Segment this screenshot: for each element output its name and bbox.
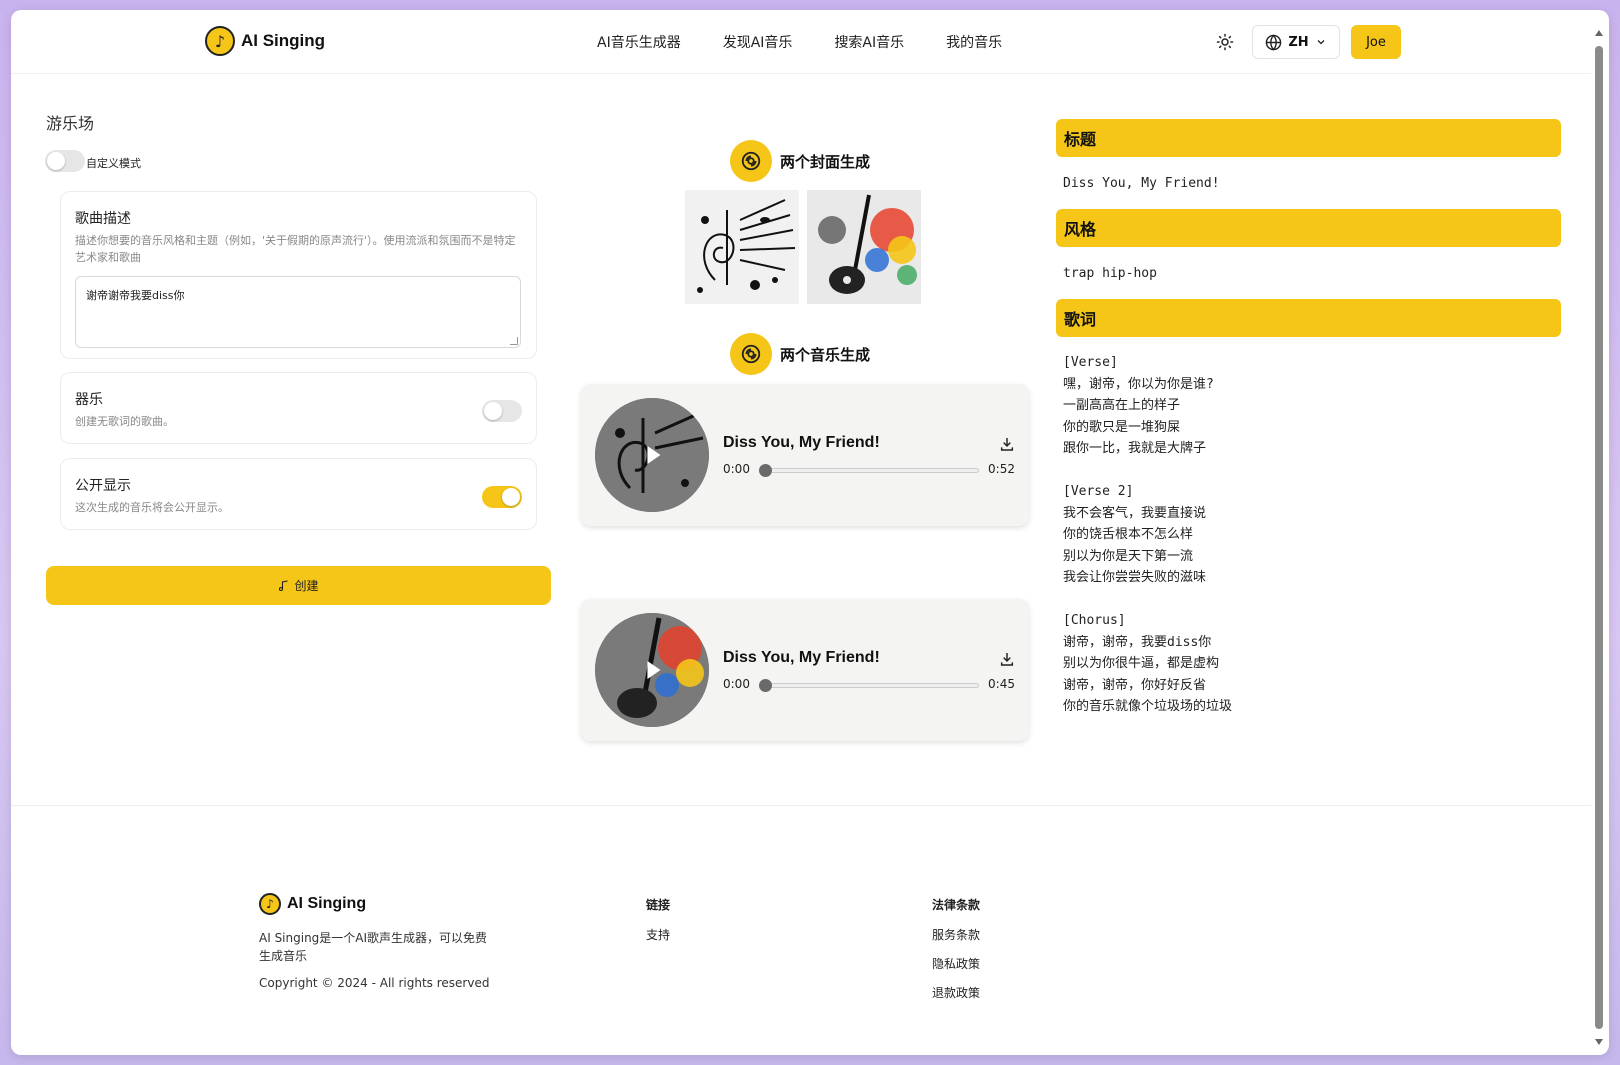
main-nav: AI音乐生成器 发现AI音乐 搜索AI音乐 我的音乐 <box>597 32 1002 52</box>
disc-icon <box>730 333 772 375</box>
chevron-down-icon <box>1317 40 1325 45</box>
play-icon[interactable] <box>647 446 661 464</box>
track-title: Diss You, My Friend! <box>723 434 880 451</box>
instrumental-title: 器乐 <box>75 392 103 408</box>
play-icon[interactable] <box>647 661 661 679</box>
album-art-disc[interactable] <box>595 398 709 512</box>
music-title: 两个音乐生成 <box>780 345 871 364</box>
create-button[interactable]: 创建 <box>46 566 551 605</box>
album-art-disc[interactable] <box>595 613 709 727</box>
language-select-button[interactable]: ZH <box>1252 25 1340 59</box>
scroll-down-arrow-icon[interactable] <box>1595 1039 1603 1045</box>
footer-brand-name: AI Singing <box>287 895 367 912</box>
public-display-title: 公开显示 <box>75 478 131 494</box>
public-display-card: 公开显示 这次生成的音乐将会公开显示。 <box>60 458 537 530</box>
custom-mode-toggle[interactable] <box>45 150 85 172</box>
brand-logo[interactable]: ♪ AI Singing <box>205 26 325 56</box>
scroll-up-arrow-icon[interactable] <box>1595 30 1603 36</box>
cover-image-2[interactable] <box>807 190 921 304</box>
footer-legal-header: 法律条款 <box>932 898 981 912</box>
cover-image-1[interactable] <box>685 190 799 304</box>
resize-grip-icon[interactable] <box>510 337 518 345</box>
scrollbar-thumb[interactable] <box>1595 46 1603 1029</box>
song-description-card: 歌曲描述 描述你想要的音乐风格和主题（例如，'关于假期的原声流行'）。使用流派和… <box>60 191 537 359</box>
user-account-button[interactable]: Joe <box>1351 25 1401 59</box>
progress-thumb[interactable] <box>759 464 772 477</box>
nav-search-ai-music[interactable]: 搜索AI音乐 <box>834 32 904 52</box>
theme-toggle-button[interactable] <box>1214 31 1236 53</box>
song-description-value: 谢帝谢帝我要diss你 <box>86 289 185 302</box>
brand-name: AI Singing <box>241 31 326 50</box>
footer-legal-column: 法律条款 服务条款 隐私政策 退款政策 <box>932 896 980 1013</box>
instrumental-desc: 创建无歌词的歌曲。 <box>75 415 174 428</box>
footer-link-refund[interactable]: 退款政策 <box>932 984 980 1001</box>
title-section-header: 标题 <box>1056 119 1561 157</box>
progress-track[interactable] <box>765 683 979 688</box>
music-player-2: Diss You, My Friend! 0:00 0:45 <box>581 599 1029 741</box>
custom-mode-label: 自定义模式 <box>86 157 141 170</box>
globe-icon <box>1266 33 1282 51</box>
nav-ai-music-generator[interactable]: AI音乐生成器 <box>597 32 681 52</box>
footer-brand-logo[interactable]: ♪ AI Singing <box>259 893 366 915</box>
public-display-desc: 这次生成的音乐将会公开显示。 <box>75 501 229 514</box>
footer-link-support[interactable]: 支持 <box>646 926 670 943</box>
footer-copyright: Copyright © 2024 - All rights reserved <box>259 976 490 990</box>
toggle-knob <box>484 402 502 420</box>
toggle-knob <box>502 488 520 506</box>
covers-title: 两个封面生成 <box>780 152 871 171</box>
download-icon[interactable] <box>999 436 1015 452</box>
music-note-logo-icon: ♪ <box>205 26 235 56</box>
top-nav-bar: ♪ AI Singing AI音乐生成器 发现AI音乐 搜索AI音乐 我的音乐 … <box>11 10 1591 74</box>
song-description-input[interactable]: 谢帝谢帝我要diss你 <box>75 276 521 348</box>
music-note-icon <box>279 579 289 591</box>
song-description-hint: 描述你想要的音乐风格和主题（例如，'关于假期的原声流行'）。使用流派和氛围而不是… <box>75 234 516 264</box>
download-icon[interactable] <box>999 651 1015 667</box>
lyrics-text: [Verse] 嘿，谢帝，你以为你是谁? 一副高高在上的样子 你的歌只是一堆狗屎… <box>1063 355 1233 714</box>
instrumental-card: 器乐 创建无歌词的歌曲。 <box>60 372 537 444</box>
style-section-header: 风格 <box>1056 209 1561 247</box>
browser-window: ♪ AI Singing AI音乐生成器 发现AI音乐 搜索AI音乐 我的音乐 … <box>11 10 1609 1055</box>
track-title: Diss You, My Friend! <box>723 649 880 666</box>
footer-links-header: 链接 <box>646 898 671 912</box>
music-player-1: Diss You, My Friend! 0:00 0:52 <box>581 384 1029 526</box>
lyrics-section-header: 歌词 <box>1056 299 1561 337</box>
current-time: 0:00 <box>723 677 750 691</box>
song-title-value: Diss You, My Friend! <box>1063 176 1220 191</box>
playground-title: 游乐场 <box>46 114 95 133</box>
public-display-toggle[interactable] <box>482 486 522 508</box>
toggle-knob <box>47 152 65 170</box>
song-description-title: 歌曲描述 <box>75 211 131 227</box>
language-label: ZH <box>1288 34 1309 50</box>
progress-thumb[interactable] <box>759 679 772 692</box>
page-scrollbar[interactable] <box>1591 16 1607 1049</box>
footer-divider <box>11 805 1591 806</box>
nav-my-music[interactable]: 我的音乐 <box>946 32 1002 52</box>
track-duration: 0:52 <box>988 462 1015 476</box>
footer-description: AI Singing是一个AI歌声生成器，可以免费生成音乐 <box>259 931 488 963</box>
covers-section-header: 两个封面生成 <box>730 140 870 182</box>
create-button-label: 创建 <box>294 579 319 593</box>
disc-icon <box>730 140 772 182</box>
music-section-header: 两个音乐生成 <box>730 333 870 375</box>
current-time: 0:00 <box>723 462 750 476</box>
track-duration: 0:45 <box>988 677 1015 691</box>
nav-discover-ai-music[interactable]: 发现AI音乐 <box>723 32 793 52</box>
sun-icon <box>1216 33 1234 51</box>
song-style-value: trap hip-hop <box>1063 266 1157 281</box>
progress-track[interactable] <box>765 468 979 473</box>
instrumental-toggle[interactable] <box>482 400 522 422</box>
footer-link-privacy[interactable]: 隐私政策 <box>932 955 980 972</box>
footer-link-terms[interactable]: 服务条款 <box>932 926 980 943</box>
music-note-logo-icon: ♪ <box>259 893 281 915</box>
footer-links-column: 链接 支持 <box>646 896 670 955</box>
